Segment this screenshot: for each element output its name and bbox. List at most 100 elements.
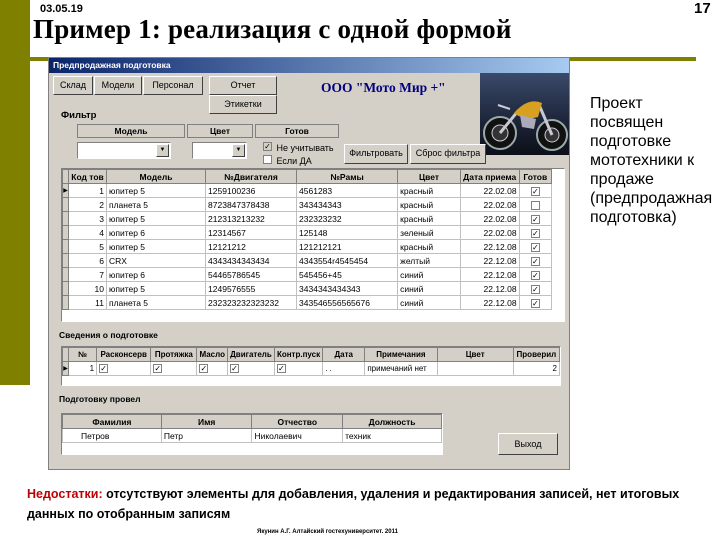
engine-number-cell[interactable]: 1249576555	[205, 281, 298, 296]
column-header[interactable]: Масло	[196, 347, 229, 362]
unpacking-checkbox[interactable]	[99, 364, 109, 374]
model-cell[interactable]: планета 5	[105, 197, 207, 212]
table-row[interactable]: ▶ 1 юпитер 5 1259100236 4561283 красный 22.02.…	[62, 183, 553, 198]
ready-cell[interactable]	[518, 267, 553, 282]
column-header[interactable]: Протяжка	[150, 347, 198, 362]
last-name-cell[interactable]: Петров	[62, 428, 162, 443]
oil-checkbox[interactable]	[199, 364, 209, 374]
ready-cell[interactable]	[518, 281, 553, 296]
model-cell[interactable]: юпитер 6	[105, 225, 207, 240]
table-row[interactable]: 5 юпитер 5 12121212 121212121 красный 22.12.0…	[62, 239, 553, 254]
table-row[interactable]: 4 юпитер 6 12314567 125148 зеленый 22.02.08	[62, 225, 553, 240]
ignore-checkbox[interactable]	[263, 142, 272, 152]
model-cell[interactable]: планета 5	[105, 295, 207, 310]
frame-number-cell[interactable]: 343546556565676	[296, 295, 399, 310]
staff-button[interactable]: Персонал	[143, 76, 203, 95]
warehouse-button[interactable]: Склад	[53, 76, 93, 95]
frame-number-cell[interactable]: 3434343434343	[296, 281, 399, 296]
table-row[interactable]: 3 юпитер 5 212313213232 232323232 красный 22.…	[62, 211, 553, 226]
column-header[interactable]: Цвет	[397, 169, 461, 184]
model-cell[interactable]: юпитер 6	[105, 267, 207, 282]
column-header[interactable]: Контр.пуск	[273, 347, 324, 362]
ready-checkbox[interactable]	[530, 228, 540, 238]
engine-checkbox[interactable]	[230, 364, 240, 374]
tightening-checkbox[interactable]	[153, 364, 163, 374]
color-cell[interactable]: зеленый	[397, 225, 461, 240]
color-cell[interactable]: синий	[397, 295, 461, 310]
frame-number-cell[interactable]: 232323232	[296, 211, 399, 226]
frame-number-cell[interactable]: 545456+45	[296, 267, 399, 282]
color-cell[interactable]: красный	[397, 211, 461, 226]
received-date-cell[interactable]: 22.02.08	[459, 225, 520, 240]
unpacking-cell[interactable]	[96, 361, 152, 376]
ready-cell[interactable]	[518, 253, 553, 268]
test-start-checkbox[interactable]	[276, 364, 286, 374]
test-start-cell[interactable]	[273, 361, 324, 376]
code-cell[interactable]: 1	[68, 183, 107, 198]
ready-cell[interactable]	[518, 239, 553, 254]
engine-number-cell[interactable]: 8723847378438	[205, 197, 298, 212]
position-cell[interactable]: техник	[342, 428, 442, 443]
column-header[interactable]: Примечания	[364, 347, 438, 362]
ready-checkbox[interactable]	[530, 242, 540, 252]
chevron-down-icon[interactable]: ▼	[232, 144, 245, 157]
prep-checked-by[interactable]: 2	[512, 361, 560, 376]
received-date-cell[interactable]: 22.02.08	[459, 211, 520, 226]
ready-cell[interactable]	[518, 295, 553, 310]
ready-cell[interactable]	[518, 225, 553, 240]
frame-number-cell[interactable]: 125148	[296, 225, 399, 240]
color-cell[interactable]: синий	[397, 281, 461, 296]
frame-number-cell[interactable]: 343434343	[296, 197, 399, 212]
ready-cell[interactable]	[518, 211, 553, 226]
column-header[interactable]: Проверил	[512, 347, 560, 362]
table-row[interactable]: 2 планета 5 8723847378438 343434343 красный 2…	[62, 197, 553, 212]
if-yes-checkbox[interactable]	[263, 155, 272, 165]
table-row[interactable]: 7 юпитер 6 54465786545 545456+45 синий 22.12.…	[62, 267, 553, 282]
color-cell[interactable]: желтый	[397, 253, 461, 268]
received-date-cell[interactable]: 22.12.08	[459, 295, 520, 310]
prep-num[interactable]: 1	[68, 361, 98, 376]
code-cell[interactable]: 5	[68, 239, 107, 254]
ready-checkbox[interactable]	[530, 200, 540, 210]
code-cell[interactable]: 4	[68, 225, 107, 240]
model-filter-select[interactable]: ▼	[77, 142, 171, 159]
table-row[interactable]: 10 юпитер 5 1249576555 3434343434343 синий 22…	[62, 281, 553, 296]
ready-checkbox[interactable]	[530, 256, 540, 266]
prep-notes[interactable]: примечаний нет	[364, 361, 438, 376]
column-header[interactable]: Отчество	[251, 414, 344, 429]
table-row[interactable]: 6 CRX 4343434343434 4343554r4545454 желтый 22…	[62, 253, 553, 268]
column-header[interactable]: Имя	[160, 414, 253, 429]
middle-name-cell[interactable]: Николаевич	[251, 428, 344, 443]
model-cell[interactable]: юпитер 5	[105, 183, 207, 198]
first-name-cell[interactable]: Петр	[160, 428, 253, 443]
received-date-cell[interactable]: 22.12.08	[459, 239, 520, 254]
ready-checkbox[interactable]	[530, 284, 540, 294]
column-header[interactable]: Дата приема	[459, 169, 520, 184]
ready-cell[interactable]	[518, 197, 553, 212]
frame-number-cell[interactable]: 4343554r4545454	[296, 253, 399, 268]
engine-number-cell[interactable]: 12121212	[205, 239, 298, 254]
reset-filter-button[interactable]: Сброс фильтра	[410, 144, 486, 164]
ready-checkbox[interactable]	[530, 186, 540, 196]
color-cell[interactable]: красный	[397, 197, 461, 212]
engine-number-cell[interactable]: 212313213232	[205, 211, 298, 226]
report-button[interactable]: Отчет	[209, 76, 277, 95]
if-yes-option[interactable]: Если ДА	[263, 151, 312, 169]
column-header[interactable]: Должность	[342, 414, 442, 429]
model-cell[interactable]: юпитер 5	[105, 281, 207, 296]
model-cell[interactable]: юпитер 5	[105, 239, 207, 254]
color-cell[interactable]: красный	[397, 239, 461, 254]
received-date-cell[interactable]: 22.02.08	[459, 197, 520, 212]
table-row[interactable]: ▶ 1 . . примечаний нет 2	[62, 361, 560, 376]
exit-button[interactable]: Выход	[498, 433, 558, 455]
column-header[interactable]: Двигатель	[227, 347, 275, 362]
column-header[interactable]: №	[68, 347, 98, 362]
code-cell[interactable]: 7	[68, 267, 107, 282]
column-header[interactable]: №Двигателя	[205, 169, 298, 184]
received-date-cell[interactable]: 22.02.08	[459, 183, 520, 198]
engine-number-cell[interactable]: 12314567	[205, 225, 298, 240]
code-cell[interactable]: 6	[68, 253, 107, 268]
model-cell[interactable]: юпитер 5	[105, 211, 207, 226]
column-header[interactable]: Дата	[322, 347, 366, 362]
oil-cell[interactable]	[196, 361, 229, 376]
